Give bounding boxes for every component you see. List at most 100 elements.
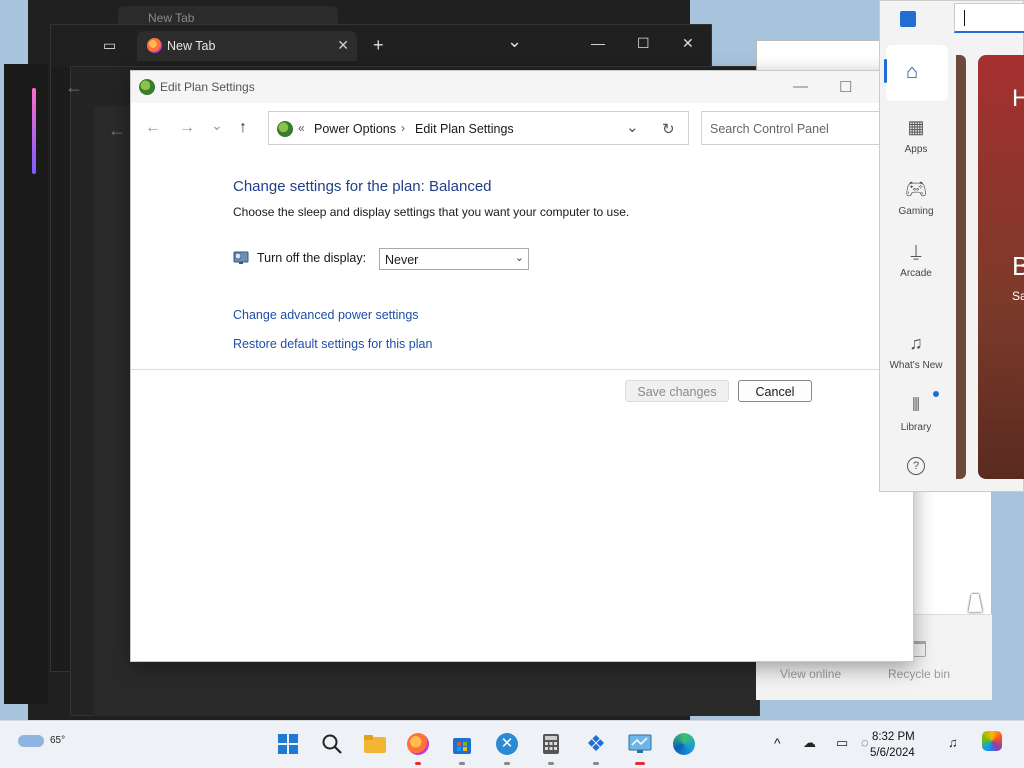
file-explorer-button[interactable] [362, 731, 388, 757]
recent-locations-button[interactable]: ⌄ [211, 117, 223, 134]
weather-widget[interactable]: 65° [18, 729, 65, 747]
library-update-badge [933, 391, 939, 397]
tab-overview-icon[interactable]: ▭ [103, 37, 116, 54]
store-hero-card[interactable]: H B Sa [978, 55, 1024, 479]
address-bar[interactable]: « Power Options › Edit Plan Settings ⌄ ↻ [268, 111, 689, 145]
maximize-button[interactable]: ☐ [637, 35, 650, 52]
breadcrumb-overflow-chevron[interactable]: « [298, 121, 305, 135]
search-input[interactable]: Search Control Panel [701, 111, 887, 145]
browser-tab-new[interactable]: New Tab ✕ [137, 31, 357, 61]
close-button[interactable]: ✕ [682, 35, 694, 52]
tab-list-chevron-icon[interactable]: ⌄ [507, 31, 522, 52]
apps-icon: ▦ [907, 117, 925, 137]
up-button[interactable]: ↑ [239, 119, 247, 137]
control-panel-window: Edit Plan Settings — ☐ ← → ⌄ ↑ « Power O… [130, 70, 914, 662]
tab-close-icon[interactable]: ✕ [337, 37, 349, 54]
firefox-taskbar-button[interactable] [405, 731, 431, 757]
store-nav-label: Gaming [898, 206, 934, 217]
store-nav-library[interactable]: ⫴ Library [880, 395, 952, 433]
display-timeout-label: Turn off the display: [257, 251, 367, 265]
firefox-icon [407, 733, 429, 755]
divider [131, 369, 913, 370]
store-hero-card-left[interactable] [956, 55, 966, 479]
power-options-icon [139, 79, 155, 95]
store-nav-arcade[interactable]: ⍊ Arcade [880, 241, 952, 279]
window-accent-glow [32, 88, 36, 174]
display-monitor-icon [233, 251, 249, 264]
minimize-button[interactable]: — [793, 78, 808, 95]
calculator-icon [543, 734, 559, 754]
save-changes-button[interactable]: Save changes [625, 380, 729, 402]
firefox-icon [147, 38, 162, 53]
copilot-icon [982, 731, 1002, 751]
breadcrumb-separator: › [401, 121, 405, 135]
back-arrow-icon: ← [65, 77, 83, 97]
chevron-down-icon: ⌄ [514, 252, 524, 264]
microsoft-store-taskbar-button[interactable] [449, 731, 475, 757]
hero-heading-letter: B [1012, 251, 1024, 281]
calculator-taskbar-button[interactable] [538, 731, 564, 757]
edge-icon [673, 733, 695, 755]
folder-icon [364, 735, 386, 753]
store-nav-label: Arcade [900, 268, 932, 279]
network-icon[interactable]: ◌ [861, 735, 869, 750]
search-icon [322, 734, 342, 754]
copilot-button[interactable] [982, 731, 1002, 754]
running-indicator [504, 762, 510, 765]
active-indicator [635, 762, 645, 765]
help-icon: ? [907, 457, 925, 475]
control-panel-taskbar-button[interactable] [627, 731, 653, 757]
home-icon: ⌂ [906, 61, 919, 83]
store-nav-whats-new[interactable]: ♫ What's New [880, 333, 952, 371]
notification-bell-icon[interactable]: ♫ [948, 735, 958, 750]
edge-taskbar-button[interactable] [671, 731, 697, 757]
system-clock[interactable]: 8:32 PM 5/6/2024 [870, 729, 915, 761]
minimize-button[interactable]: — [591, 35, 605, 51]
view-online-label: View online [780, 667, 842, 681]
show-hidden-icons-button[interactable]: ^ [774, 735, 781, 751]
change-advanced-power-settings-link[interactable]: Change advanced power settings [233, 308, 419, 322]
store-search-input[interactable] [954, 3, 1024, 33]
new-tab-button[interactable]: + [373, 35, 384, 56]
maximize-button[interactable]: ☐ [839, 78, 852, 96]
app-taskbar-button[interactable]: ✕ [494, 731, 520, 757]
search-placeholder: Search Control Panel [710, 122, 829, 136]
text-caret [964, 10, 965, 26]
clock-time: 8:32 PM [871, 731, 915, 743]
crossed-tools-icon: ✕ [496, 733, 518, 755]
page-description: Choose the sleep and display settings th… [233, 205, 630, 219]
refresh-icon[interactable]: ↻ [662, 120, 675, 138]
microsoft-store-window: ⌂ ▦ Apps 🎮︎ Gaming ⍊ Arcade ♫ What's New… [879, 0, 1024, 492]
gamepad-icon: 🎮︎ [904, 179, 928, 199]
display-icon[interactable]: ▭ [836, 735, 848, 751]
store-nav-apps[interactable]: ▦ Apps [880, 117, 952, 155]
clock-date: 5/6/2024 [870, 747, 915, 759]
search-button[interactable] [319, 731, 345, 757]
bell-icon: ♫ [909, 333, 923, 353]
breadcrumb-power-options[interactable]: Power Options [314, 122, 396, 136]
running-indicator [459, 762, 465, 765]
store-help-button[interactable]: ? [880, 457, 952, 481]
temperature: 65° [50, 735, 66, 746]
store-bag-icon [453, 738, 471, 754]
back-button[interactable]: ← [145, 119, 161, 137]
title-bar[interactable]: Edit Plan Settings — ☐ [131, 71, 913, 103]
display-timeout-select[interactable]: Never ⌄ [379, 248, 529, 270]
start-button[interactable] [275, 731, 301, 757]
page-heading: Change settings for the plan: Balanced [233, 178, 492, 195]
breadcrumb-edit-plan-settings[interactable]: Edit Plan Settings [415, 122, 514, 136]
recycle-bin-icon [912, 641, 926, 657]
store-nav-gaming[interactable]: 🎮︎ Gaming [880, 179, 952, 217]
joystick-icon: ⍊ [910, 241, 922, 261]
onedrive-offline-icon[interactable]: ☁ [803, 735, 816, 751]
forward-button[interactable]: → [179, 119, 195, 137]
control-panel-icon [628, 734, 652, 753]
windows-logo-icon [278, 734, 298, 754]
settings-app-taskbar-button[interactable]: ❖ [583, 731, 609, 757]
cancel-button[interactable]: Cancel [738, 380, 812, 402]
restore-default-settings-link[interactable]: Restore default settings for this plan [233, 337, 432, 351]
address-dropdown-chevron-icon[interactable]: ⌄ [626, 118, 639, 136]
window-title: Edit Plan Settings [160, 80, 255, 94]
cloud-icon [18, 735, 44, 747]
running-indicator [548, 762, 554, 765]
